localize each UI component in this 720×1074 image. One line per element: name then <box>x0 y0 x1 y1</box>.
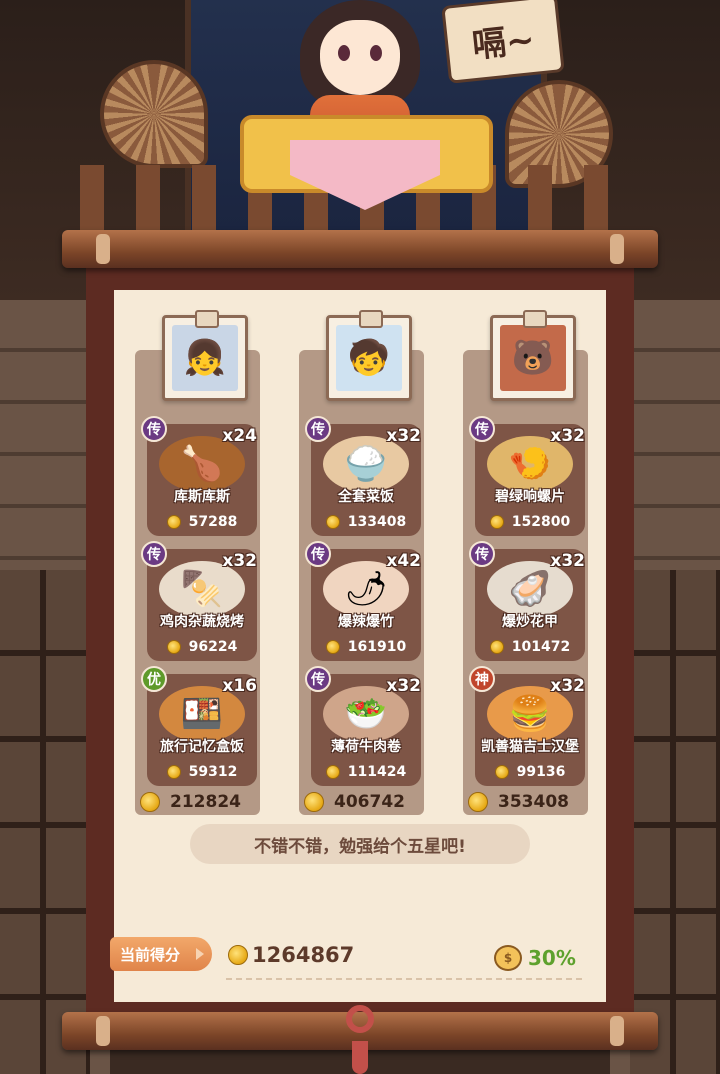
contestant-3-avatar[interactable]: 🐻 <box>490 310 576 401</box>
column-2-total: 406742 <box>304 790 405 814</box>
score-divider <box>226 978 582 980</box>
dish-quantity: x42 <box>386 551 421 571</box>
dish-price: 96224 <box>188 639 238 655</box>
tier-badge: 传 <box>469 416 495 442</box>
contestant-1-avatar[interactable]: 👧 <box>162 310 248 401</box>
bonus-percent[interactable]: $ 30% <box>494 943 576 973</box>
dish-name: 凯善猫吉士汉堡 <box>481 739 579 755</box>
dish-card[interactable]: 🍱 优 x16 旅行记忆盒饭 59312 <box>141 666 257 786</box>
dish-card[interactable]: 🍤 传 x32 碧绿响螺片 152800 <box>469 416 585 536</box>
dish-quantity: x24 <box>222 426 257 446</box>
dish-name: 爆炒花甲 <box>502 614 558 630</box>
column-1-total: 212824 <box>140 790 241 814</box>
burp-sign: 嗝~ <box>441 0 565 84</box>
coin-icon <box>140 792 160 812</box>
dish-name: 碧绿响螺片 <box>495 489 565 505</box>
scroll-rod-top <box>62 230 658 268</box>
dish-card[interactable]: 🍗 传 x24 库斯库斯 57288 <box>141 416 257 536</box>
dish-name: 全套菜饭 <box>338 489 394 505</box>
tier-badge: 传 <box>141 416 167 442</box>
dish-price: 57288 <box>188 514 238 530</box>
coin-icon <box>325 515 340 529</box>
current-score-value: 1264867 <box>252 943 355 967</box>
dish-price: 101472 <box>511 639 571 655</box>
right-window <box>630 570 720 1074</box>
judge-comment: 不错不错，勉强给个五星吧! <box>190 824 530 864</box>
coin-icon <box>304 792 324 812</box>
dish-price: 152800 <box>511 514 571 530</box>
tier-badge: 传 <box>305 666 331 692</box>
dish-name: 鸡肉杂蔬烧烤 <box>160 614 244 630</box>
tier-badge: 传 <box>305 416 331 442</box>
coin-bag-icon: $ <box>494 945 522 971</box>
dish-quantity: x32 <box>550 426 585 446</box>
dish-name: 爆辣爆竹 <box>338 614 394 630</box>
dish-quantity: x16 <box>222 676 257 696</box>
bonus-percent-value: 30% <box>528 946 576 970</box>
dish-card[interactable]: 🥗 传 x32 薄荷牛肉卷 111424 <box>305 666 421 786</box>
dish-quantity: x32 <box>386 676 421 696</box>
dish-price: 99136 <box>516 764 566 780</box>
dish-price: 133408 <box>347 514 407 530</box>
coin-icon <box>166 765 181 779</box>
column-3-total: 353408 <box>468 790 569 814</box>
coin-icon <box>489 640 504 654</box>
contestant-2-avatar[interactable]: 🧒 <box>326 310 412 401</box>
bear-portrait-icon: 🐻 <box>500 325 566 391</box>
tier-badge: 传 <box>469 541 495 567</box>
left-fan-icon <box>100 60 208 168</box>
dish-quantity: x32 <box>550 551 585 571</box>
coin-icon <box>166 515 181 529</box>
tier-badge: 传 <box>141 541 167 567</box>
traveler-girl-portrait-icon: 👧 <box>172 325 238 391</box>
left-window <box>0 570 90 1074</box>
tier-badge: 神 <box>469 666 495 692</box>
current-score: 1264867 <box>228 940 354 970</box>
column-total-value: 406742 <box>334 792 405 812</box>
dish-price: 59312 <box>188 764 238 780</box>
column-total-value: 353408 <box>498 792 569 812</box>
chinese-knot-icon <box>330 1005 390 1074</box>
character-eye <box>370 45 382 61</box>
coin-icon <box>325 765 340 779</box>
dish-price: 111424 <box>347 764 407 780</box>
dish-name: 库斯库斯 <box>174 489 230 505</box>
dish-price: 161910 <box>347 639 407 655</box>
dish-card[interactable]: 🍢 传 x32 鸡肉杂蔬烧烤 96224 <box>141 541 257 661</box>
dish-card[interactable]: 🍔 神 x32 凯善猫吉士汉堡 99136 <box>469 666 585 786</box>
character-face <box>320 20 400 95</box>
coin-icon <box>325 640 340 654</box>
character-eye <box>338 45 350 61</box>
dish-name: 旅行记忆盒饭 <box>160 739 244 755</box>
current-score-label: 当前得分 <box>110 937 212 971</box>
dish-card[interactable]: 🍚 传 x32 全套菜饭 133408 <box>305 416 421 536</box>
dish-card[interactable]: 🦪 传 x32 爆炒花甲 101472 <box>469 541 585 661</box>
dish-name: 薄荷牛肉卷 <box>331 739 401 755</box>
coin-icon <box>228 945 248 965</box>
coin-icon <box>494 765 509 779</box>
dish-quantity: x32 <box>550 676 585 696</box>
column-total-value: 212824 <box>170 792 241 812</box>
tier-badge: 优 <box>141 666 167 692</box>
dish-quantity: x32 <box>386 426 421 446</box>
dish-quantity: x32 <box>222 551 257 571</box>
tier-badge: 传 <box>305 541 331 567</box>
coin-icon <box>468 792 488 812</box>
coin-icon <box>489 515 504 529</box>
coin-icon <box>166 640 181 654</box>
blue-hair-boy-portrait-icon: 🧒 <box>336 325 402 391</box>
dish-card[interactable]: 🌶 传 x42 爆辣爆竹 161910 <box>305 541 421 661</box>
